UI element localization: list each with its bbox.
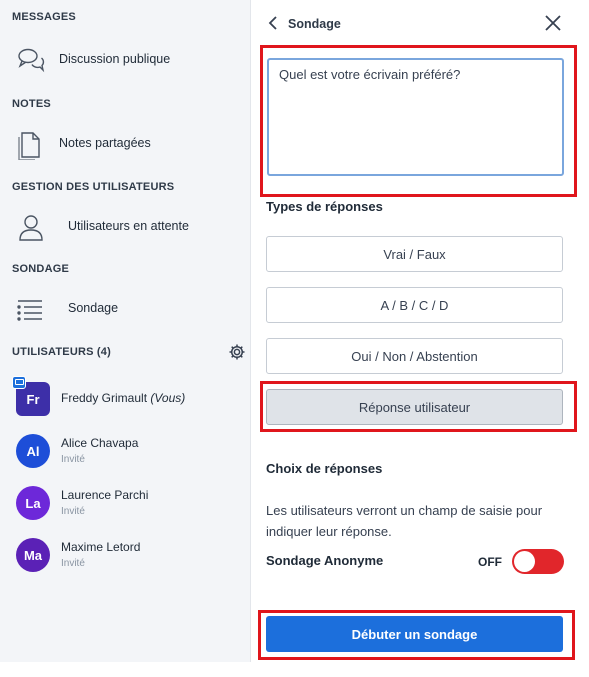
chat-bubbles-icon — [16, 46, 46, 76]
document-icon — [16, 130, 46, 161]
anonymous-poll-label: Sondage Anonyme — [266, 553, 384, 568]
choices-title: Choix de réponses — [266, 461, 383, 476]
sidebar-item-label: Discussion publique — [59, 52, 171, 66]
avatar: Ma — [16, 538, 50, 572]
option-true-false-button[interactable]: Vrai / Faux — [266, 236, 563, 272]
user-name: Maxime Letord — [61, 540, 141, 554]
section-title-notes: NOTES — [12, 98, 51, 110]
close-icon[interactable] — [544, 14, 562, 32]
toggle-knob — [514, 551, 535, 572]
list-icon — [16, 295, 46, 325]
sidebar-item-label: Sondage — [68, 301, 119, 315]
section-title-users: UTILISATEURS (4) — [12, 346, 111, 358]
sidebar-item-poll[interactable]: Sondage — [0, 289, 250, 329]
user-role: Invité — [61, 506, 85, 517]
option-yes-no-abstention-button[interactable]: Oui / Non / Abstention — [266, 338, 563, 374]
poll-question-input[interactable]: Quel est votre écrivain préféré? — [267, 58, 564, 176]
section-title-messages: MESSAGES — [12, 11, 76, 23]
user-list-item[interactable]: Ma Maxime Letord Invité — [0, 538, 250, 584]
response-types-title: Types de réponses — [266, 199, 383, 214]
choices-description: Les utilisateurs verront un champ de sai… — [266, 503, 543, 539]
sidebar-item-shared-notes[interactable]: Notes partagées — [0, 124, 250, 164]
chevron-left-icon[interactable] — [268, 15, 278, 31]
user-role: Invité — [61, 558, 85, 569]
panel-title: Sondage — [288, 17, 341, 31]
user-list-item[interactable]: Al Alice Chavapa Invité — [0, 434, 250, 480]
avatar: La — [16, 486, 50, 520]
sidebar-item-waiting-users[interactable]: Utilisateurs en attente — [0, 207, 250, 247]
option-user-response-button[interactable]: Réponse utilisateur — [266, 389, 563, 425]
user-role: Invité — [61, 454, 85, 465]
user-list-item[interactable]: Fr Freddy Grimault (Vous) — [0, 376, 250, 428]
user-name: Alice Chavapa — [61, 436, 139, 450]
section-title-poll: SONDAGE — [12, 263, 70, 275]
sidebar-item-label: Utilisateurs en attente — [68, 219, 189, 233]
start-poll-button[interactable]: Débuter un sondage — [266, 616, 563, 652]
user-name: Laurence Parchi — [61, 488, 149, 502]
sidebar-item-label: Notes partagées — [59, 136, 151, 150]
sidebar-item-public-chat[interactable]: Discussion publique — [0, 40, 250, 80]
poll-panel: Sondage Quel est votre écrivain préféré?… — [252, 0, 589, 677]
section-title-user-management: GESTION DES UTILISATEURS — [12, 181, 175, 193]
option-abcd-button[interactable]: A / B / C / D — [266, 287, 563, 323]
toggle-state-label: OFF — [478, 555, 502, 569]
gear-icon[interactable] — [228, 343, 246, 361]
user-name: Freddy Grimault (Vous) — [61, 391, 186, 405]
sidebar: MESSAGES Discussion publique NOTES Notes… — [0, 0, 251, 662]
user-icon — [16, 213, 46, 243]
user-list-item[interactable]: La Laurence Parchi Invité — [0, 486, 250, 532]
anonymous-poll-toggle[interactable] — [512, 549, 564, 574]
presenter-icon — [12, 376, 26, 389]
avatar: Al — [16, 434, 50, 468]
